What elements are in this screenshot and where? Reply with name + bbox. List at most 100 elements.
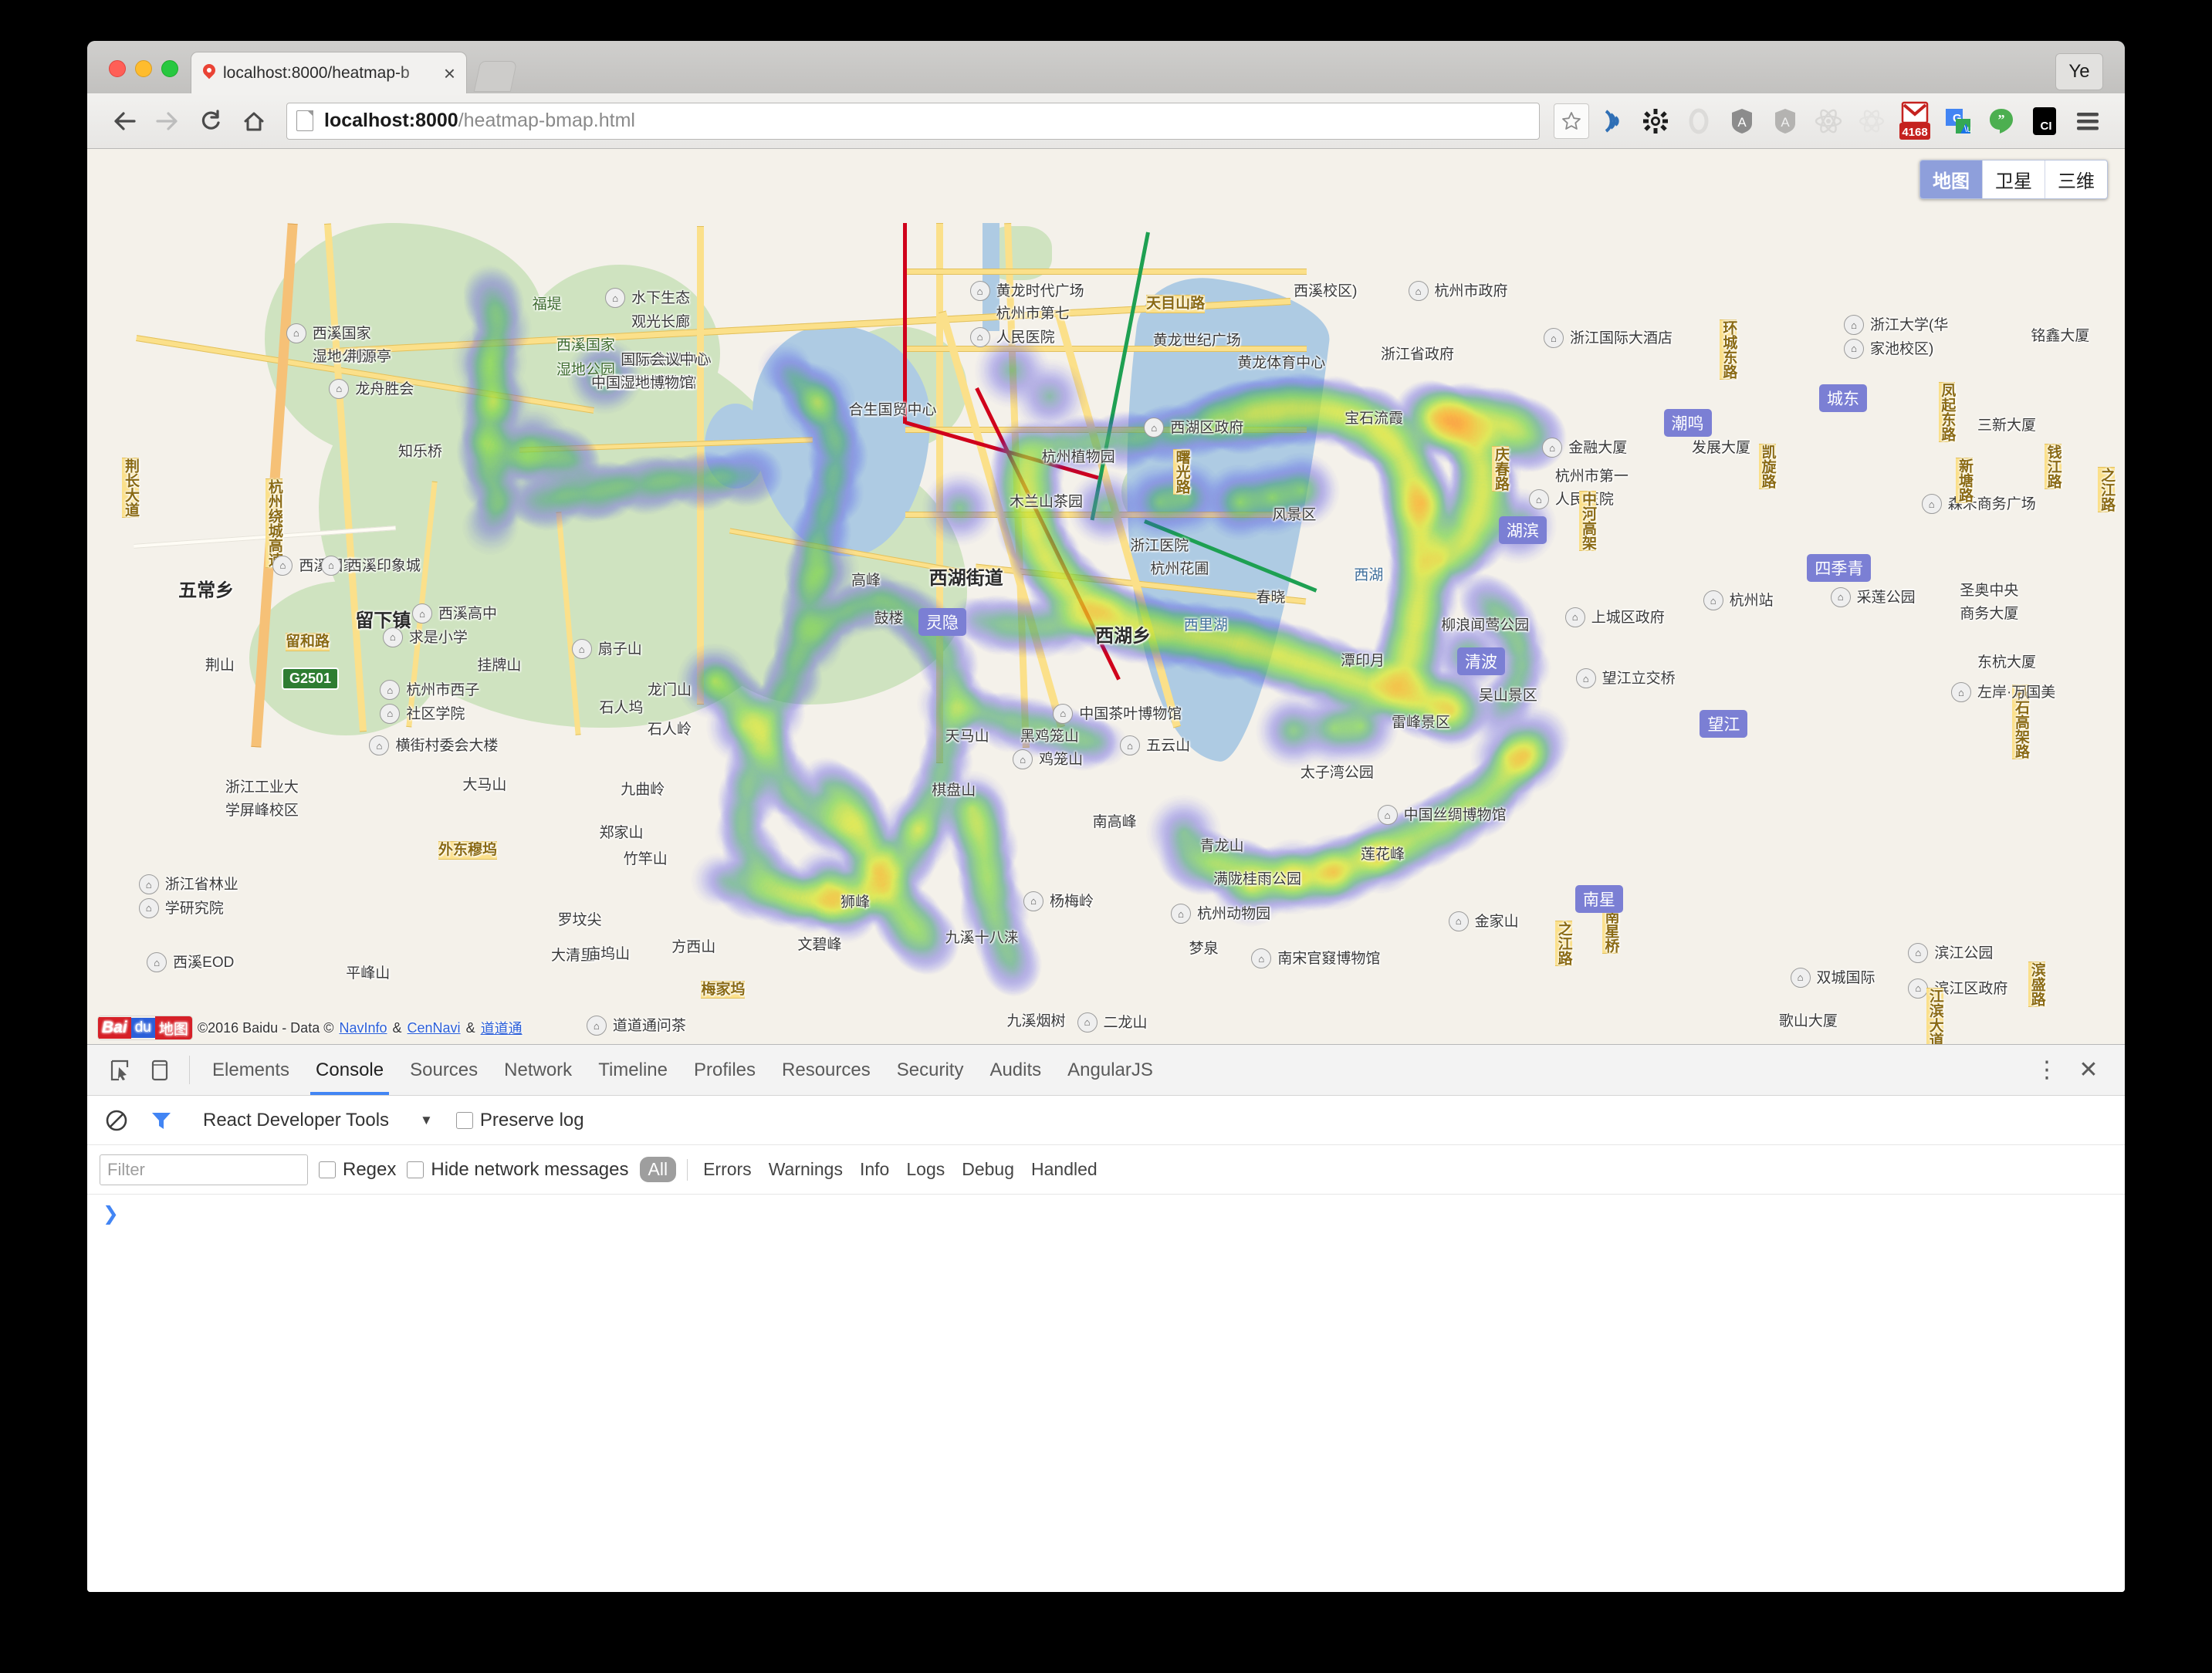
map-district-badge[interactable]: 湖滨 (1499, 516, 1547, 544)
devtools-more-icon[interactable]: ⋮ (2028, 1051, 2066, 1090)
console-context-selector[interactable]: React Developer Tools (203, 1110, 389, 1131)
devtools-tab-sources[interactable]: Sources (397, 1045, 491, 1095)
level-divider (687, 1159, 688, 1181)
console-level-all[interactable]: All (640, 1157, 677, 1182)
react-devtools-extension-icon[interactable] (1808, 101, 1848, 141)
console-level-handled[interactable]: Handled (1027, 1158, 1102, 1181)
map-district-badges: 灵隐 潮鸣 城东湖滨清波 四季青望江南星 (87, 149, 2125, 1044)
map-type-3d[interactable]: 三维 (2045, 161, 2107, 198)
regex-checkbox[interactable]: Regex (319, 1159, 396, 1181)
devtools-tab-audits[interactable]: Audits (976, 1045, 1054, 1095)
reload-icon[interactable] (191, 101, 231, 141)
home-icon[interactable] (234, 101, 274, 141)
map-district-badge[interactable]: 灵隐 (918, 608, 966, 636)
tab-title: localhost:8000/heatmap-b (223, 64, 441, 83)
window-maximize-button[interactable] (161, 60, 178, 77)
map-district-badge[interactable]: 望江 (1700, 710, 1747, 738)
baidu-logo[interactable]: Bai du 地图 (98, 1016, 192, 1039)
console-prompt[interactable]: ❯ (87, 1205, 2125, 1224)
devtools-tab-angularjs[interactable]: AngularJS (1054, 1045, 1166, 1095)
window-minimize-button[interactable] (135, 60, 152, 77)
console-level-warnings[interactable]: Warnings (764, 1158, 847, 1181)
device-toolbar-icon[interactable] (140, 1045, 180, 1095)
forward-arrow-icon[interactable] (147, 101, 188, 141)
profile-button[interactable]: Ye (2055, 53, 2103, 90)
new-tab-button[interactable] (474, 61, 518, 92)
window-close-button[interactable] (109, 60, 126, 77)
clear-console-icon[interactable] (100, 1104, 134, 1137)
hide-network-checkbox[interactable]: Hide network messages (407, 1159, 628, 1181)
browser-toolbar: localhost:8000/heatmap-bmap.html A A 416… (87, 93, 2125, 149)
console-filter-input[interactable] (100, 1154, 308, 1185)
devtools-tab-console[interactable]: Console (303, 1045, 397, 1095)
devtools-tabs: Elements Console Sources Network Timeline Pro… (199, 1045, 1166, 1095)
close-icon[interactable]: × (441, 63, 458, 83)
svg-text:CI: CI (2041, 120, 2052, 133)
console-level-info[interactable]: Info (855, 1158, 894, 1181)
preserve-log-box[interactable] (456, 1112, 473, 1129)
navinfo-link[interactable]: NavInfo (339, 1020, 387, 1036)
browser-tab[interactable]: localhost:8000/heatmap-b × (191, 52, 467, 93)
regex-box[interactable] (319, 1161, 336, 1178)
back-arrow-icon[interactable] (104, 101, 144, 141)
map-district-badge[interactable]: 四季青 (1807, 554, 1871, 582)
adblock-a-extension-icon[interactable]: A (1722, 101, 1762, 141)
gear-extension-icon[interactable] (1635, 101, 1676, 141)
chrome-menu-icon[interactable] (2068, 101, 2108, 141)
tab-strip: localhost:8000/heatmap-b × Ye (87, 41, 2125, 93)
google-translate-extension-icon[interactable]: G\u6587 (1938, 101, 1978, 141)
url-text: localhost:8000/heatmap-bmap.html (324, 110, 635, 132)
hide-network-box[interactable] (407, 1161, 424, 1178)
hangouts-extension-icon[interactable]: ” (1981, 101, 2021, 141)
adblock-a-grey-extension-icon[interactable]: A (1765, 101, 1805, 141)
devtools-tab-network[interactable]: Network (491, 1045, 585, 1095)
baidu-map-canvas[interactable]: 福堤水下生态⌂观光长廊西溪国家湿地公园国际会议中心中国湿地博物馆黄龙时代广场⌂西… (87, 149, 2125, 1044)
map-attribution: Bai du 地图 ©2016 Baidu - Data © NavInfo &… (98, 1016, 523, 1039)
devtools-tab-resources[interactable]: Resources (769, 1045, 884, 1095)
baidu-logo-map: 地图 (155, 1016, 192, 1039)
devtools-tab-security[interactable]: Security (884, 1045, 977, 1095)
map-type-map[interactable]: 地图 (1920, 161, 1983, 198)
map-district-badge[interactable]: 清波 (1457, 647, 1505, 675)
regex-label: Regex (343, 1159, 396, 1181)
address-bar[interactable]: localhost:8000/heatmap-bmap.html (286, 103, 1540, 140)
ci-extension-icon[interactable]: CI (2024, 101, 2065, 141)
devtools-tab-elements[interactable]: Elements (199, 1045, 303, 1095)
gmail-extension-icon[interactable]: 4168 (1895, 101, 1935, 141)
baidu-logo-du: du (131, 1018, 155, 1038)
cennavi-link[interactable]: CenNavi (408, 1020, 461, 1036)
chevron-down-icon[interactable]: ▼ (420, 1113, 433, 1128)
map-district-badge[interactable]: 南星 (1575, 885, 1623, 913)
map-district-badge[interactable]: 城东 (1819, 384, 1867, 412)
amp-1: & (393, 1020, 402, 1036)
react-devtools-grey-extension-icon[interactable] (1852, 101, 1892, 141)
map-type-satellite[interactable]: 卫星 (1983, 161, 2045, 198)
copyright-text: ©2016 Baidu - Data © (198, 1020, 334, 1036)
map-district-badge[interactable]: 潮鸣 (1664, 409, 1712, 437)
console-level-debug[interactable]: Debug (957, 1158, 1019, 1181)
console-level-errors[interactable]: Errors (698, 1158, 756, 1181)
highway-shield: G2501 (282, 668, 339, 690)
filter-icon[interactable] (144, 1104, 178, 1137)
ring-extension-icon[interactable] (1679, 101, 1719, 141)
baidu-logo-bai: Bai (98, 1017, 131, 1039)
sencha-extension-icon[interactable] (1592, 101, 1632, 141)
svg-text:4168: 4168 (1902, 126, 1927, 139)
toolbar-divider (189, 1056, 190, 1084)
document-icon (296, 110, 313, 131)
console-level-filters: All Errors Warnings Info Logs Debug Handled (640, 1157, 1102, 1182)
devtools-tab-timeline[interactable]: Timeline (585, 1045, 681, 1095)
bookmark-star-icon[interactable] (1554, 103, 1589, 139)
console-prompt-arrow: ❯ (103, 1205, 119, 1224)
console-output[interactable]: ❯ (87, 1195, 2125, 1592)
amp-2: & (466, 1020, 475, 1036)
devtools-tab-bar: Elements Console Sources Network Timeline Pro… (87, 1045, 2125, 1096)
devtools-tab-profiles[interactable]: Profiles (681, 1045, 769, 1095)
preserve-log-checkbox[interactable]: Preserve log (456, 1110, 584, 1131)
inspect-element-icon[interactable] (100, 1045, 140, 1095)
devtools-close-icon[interactable]: ✕ (2069, 1051, 2108, 1090)
console-level-logs[interactable]: Logs (901, 1158, 949, 1181)
daodaotong-link[interactable]: 道道通 (481, 1018, 523, 1038)
map-type-switch: 地图 卫星 三维 (1919, 160, 2108, 199)
svg-text:\u6587: \u6587 (1964, 123, 1971, 134)
